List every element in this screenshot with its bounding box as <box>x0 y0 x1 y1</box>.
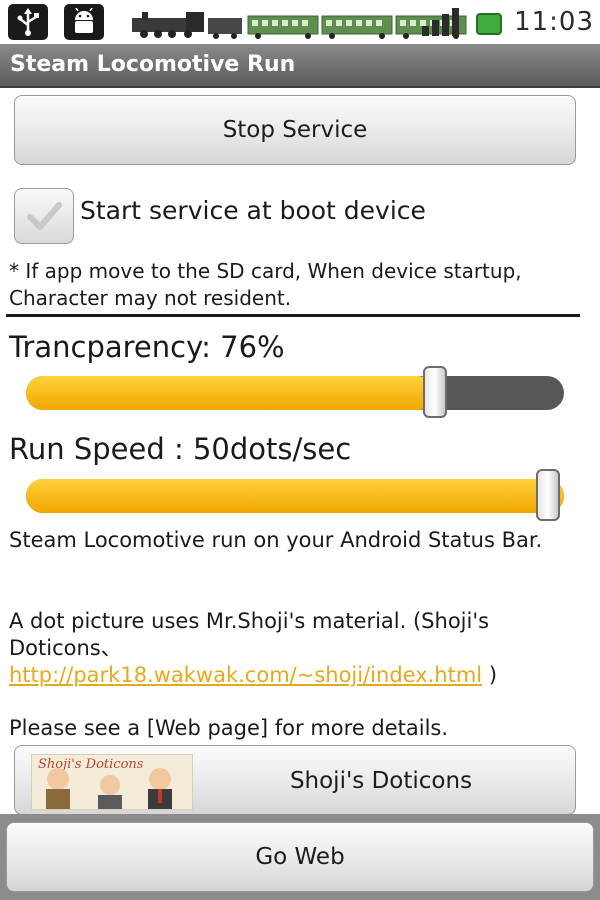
boot-checkbox[interactable] <box>14 188 74 244</box>
transparency-slider-thumb[interactable] <box>422 366 447 418</box>
app-title: Steam Locomotive Run <box>10 52 296 77</box>
transparency-label: Trancparency: 76% <box>9 330 285 364</box>
run-speed-slider-thumb[interactable] <box>536 469 560 521</box>
run-speed-label: Run Speed : 50dots/sec <box>9 432 352 466</box>
title-bar: Steam Locomotive Run <box>0 44 600 88</box>
credit-suffix: ) <box>482 663 498 687</box>
stop-service-button[interactable]: Stop Service <box>14 95 576 165</box>
divider <box>6 314 580 317</box>
see-web-text: Please see a [Web page] for more details… <box>9 716 449 740</box>
run-speed-slider-fill <box>26 479 564 513</box>
go-web-button[interactable]: Go Web <box>6 822 594 892</box>
signal-icon <box>422 8 459 36</box>
credit-link[interactable]: http://park18.wakwak.com/~shoji/index.ht… <box>9 663 482 687</box>
sd-card-note: * If app move to the SD card, When devic… <box>9 259 522 310</box>
android-debug-icon <box>64 4 104 40</box>
credit-prefix: A dot picture uses Mr.Shoji's material. … <box>9 609 490 660</box>
shoji-doticons-button[interactable]: Shoji's Doticons Shoji's Doticons <box>14 745 576 815</box>
status-bar: 11:03 <box>0 0 600 44</box>
app-description: Steam Locomotive run on your Android Sta… <box>9 528 543 552</box>
usb-icon <box>8 4 48 40</box>
boot-checkbox-label[interactable]: Start service at boot device <box>80 196 426 225</box>
credit-text: A dot picture uses Mr.Shoji's material. … <box>9 608 579 689</box>
transparency-slider-fill <box>26 376 435 410</box>
run-speed-slider[interactable] <box>26 469 564 521</box>
doticons-characters-icon <box>46 768 172 809</box>
shoji-doticons-label: Shoji's Doticons <box>289 768 473 794</box>
status-clock: 11:03 <box>514 7 594 37</box>
transparency-slider[interactable] <box>26 366 564 418</box>
shoji-doticons-image: Shoji's Doticons <box>31 754 193 810</box>
checkmark-icon <box>27 202 62 230</box>
battery-icon <box>476 13 502 35</box>
